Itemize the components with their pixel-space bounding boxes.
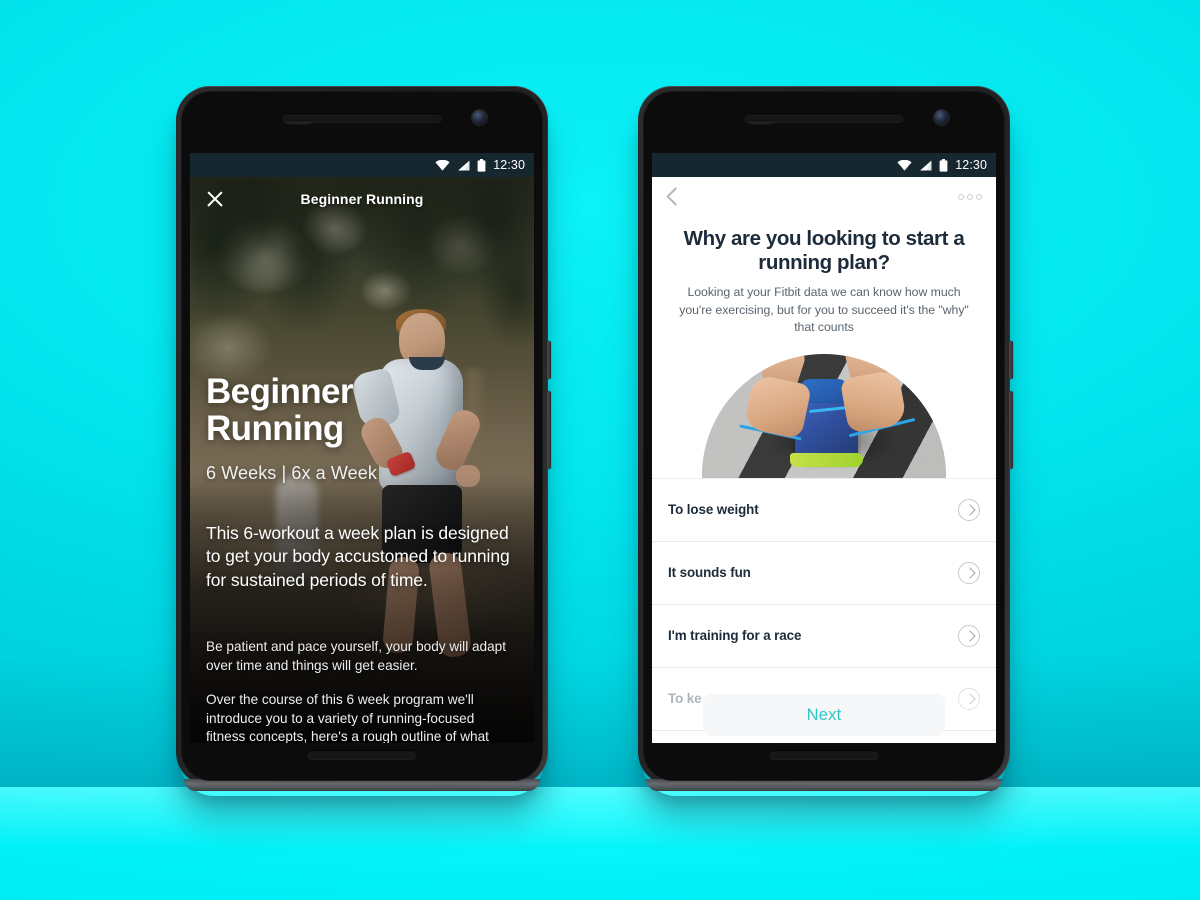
overflow-dot <box>976 194 982 200</box>
power-button-right[interactable] <box>1009 341 1013 379</box>
question-subtitle: Looking at your Fitbit data we can know … <box>679 285 969 335</box>
chevron-right-icon[interactable] <box>958 498 980 521</box>
illustration-container <box>652 350 996 479</box>
overflow-dot <box>967 194 973 200</box>
plan-lede: This 6-workout a week plan is designed t… <box>206 523 510 590</box>
option-label: To lose weight <box>668 502 759 518</box>
shoe-photo-right-hand <box>839 368 907 433</box>
phone-left-body: 12:30 Beginner Running Beginner Running … <box>176 86 551 791</box>
battery-icon <box>477 158 486 172</box>
wifi-icon <box>435 159 450 171</box>
hero-section: Beginner Running Beginner Running 6 Week… <box>190 177 534 743</box>
option-row-training-for-race[interactable]: I'm training for a race <box>652 605 996 668</box>
option-label: It sounds fun <box>668 565 751 581</box>
app-bar <box>652 177 996 217</box>
options-list: To lose weight It sounds fun I'm trainin… <box>652 478 996 731</box>
shoe-photo-sole <box>789 452 864 467</box>
volume-button-left[interactable] <box>547 391 551 469</box>
earpiece-speaker <box>282 113 442 122</box>
bottom-speaker <box>307 750 417 759</box>
question-block: Why are you looking to start a running p… <box>652 217 996 337</box>
chevron-right-icon[interactable] <box>958 624 980 647</box>
wifi-icon <box>897 159 912 171</box>
front-camera-icon <box>934 110 949 125</box>
backdrop-floor-glow <box>0 787 1200 847</box>
front-camera-icon <box>472 110 487 125</box>
chevron-right-icon[interactable] <box>958 687 980 710</box>
hero-text-block: Beginner Running 6 Weeks | 6x a Week Thi… <box>190 177 534 743</box>
plan-title-line1: Beginner <box>206 372 353 411</box>
plan-title-line2: Running <box>206 409 344 449</box>
screen-right: 12:30 Why are you looking to start a run… <box>652 153 996 743</box>
back-chevron-icon[interactable] <box>666 186 680 208</box>
power-button-left[interactable] <box>547 341 551 379</box>
phone-right-inner: 12:30 Why are you looking to start a run… <box>643 91 1005 781</box>
battery-icon <box>939 158 948 172</box>
plan-meta: 6 Weeks | 6x a Week <box>206 463 377 483</box>
volume-button-right[interactable] <box>1009 391 1013 469</box>
option-row-lose-weight[interactable]: To lose weight <box>652 479 996 542</box>
phone-right: 12:30 Why are you looking to start a run… <box>638 86 1013 791</box>
shoe-photo <box>702 353 946 478</box>
status-bar-right: 12:30 <box>652 153 996 177</box>
phone-right-body: 12:30 Why are you looking to start a run… <box>638 86 1013 791</box>
chevron-right-icon[interactable] <box>958 561 980 584</box>
bottom-speaker <box>769 750 879 759</box>
status-bar-left: 12:30 <box>190 153 534 177</box>
signal-icon <box>919 160 932 171</box>
phone-left-inner: 12:30 Beginner Running Beginner Running … <box>181 91 543 781</box>
phone-left: 12:30 Beginner Running Beginner Running … <box>176 86 551 791</box>
option-label: To ke <box>668 691 702 707</box>
status-bar-clock-left: 12:30 <box>493 158 525 172</box>
next-button[interactable]: Next <box>703 694 945 736</box>
overflow-dot <box>958 194 964 200</box>
option-label: I'm training for a race <box>668 628 802 644</box>
signal-icon <box>457 160 470 171</box>
screen-left: 12:30 Beginner Running Beginner Running … <box>190 153 534 743</box>
plan-paragraph-2: Over the course of this 6 week program w… <box>206 692 489 743</box>
overflow-dots-icon[interactable] <box>958 194 982 200</box>
question-title: Why are you looking to start a running p… <box>683 227 965 275</box>
plan-paragraph-1: Be patient and pace yourself, your body … <box>206 639 507 673</box>
earpiece-speaker <box>744 113 904 122</box>
option-row-sounds-fun[interactable]: It sounds fun <box>652 542 996 605</box>
status-bar-clock-right: 12:30 <box>955 158 987 172</box>
plan-title: Beginner Running <box>206 373 518 447</box>
